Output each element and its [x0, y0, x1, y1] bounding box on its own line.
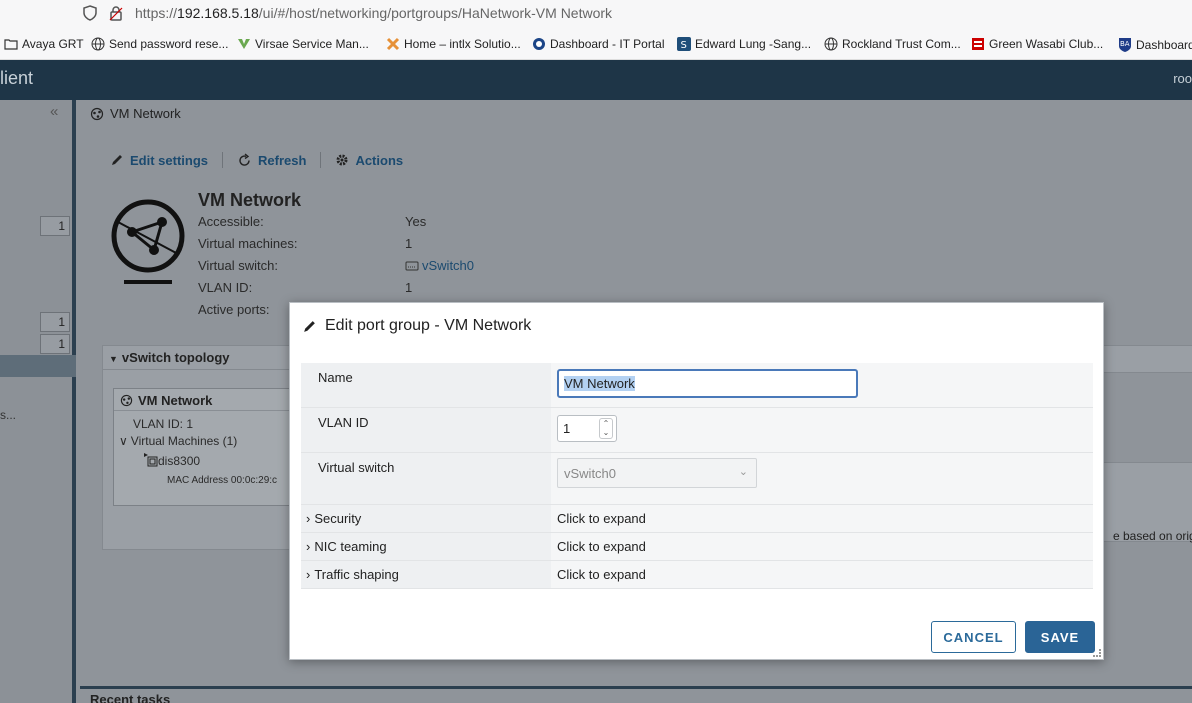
- lock-icon[interactable]: [108, 5, 124, 24]
- bookmarks-bar: Avaya GRT Send password rese... Virsae S…: [0, 28, 1192, 60]
- svg-text:BA: BA: [1120, 40, 1130, 48]
- chevron-right-icon: ›: [306, 539, 311, 554]
- network-icon: [120, 394, 133, 407]
- bookmark-green-wasabi[interactable]: Green Wasabi Club...: [971, 37, 1103, 51]
- topology-card: VM Network VLAN ID: 1 ∨ Virtual Machines …: [113, 388, 308, 506]
- breadcrumb-label: VM Network: [110, 106, 181, 121]
- network-icon: [90, 107, 104, 120]
- nav-count-badge: 1: [40, 216, 70, 236]
- right-panel-header: [1096, 345, 1192, 373]
- collapse-sidebar-icon[interactable]: «: [50, 103, 58, 120]
- topology-vms-toggle[interactable]: ∨ Virtual Machines (1): [119, 434, 237, 448]
- topology-header[interactable]: ▼ vSwitch topology: [103, 346, 313, 370]
- switch-icon: [405, 261, 419, 271]
- edit-port-group-dialog: Edit port group - VM Network Name VM Net…: [289, 302, 1104, 660]
- chevron-down-icon: ⌄: [738, 466, 748, 478]
- form-row-vswitch: Virtual switch vSwitch0 ⌄: [301, 453, 1093, 505]
- page-title: VM Network: [198, 190, 302, 210]
- nav-count-badge: 1: [40, 312, 70, 332]
- click-to-expand[interactable]: Click to expand: [551, 533, 1093, 560]
- vlan-id-stepper[interactable]: 1 ⌃ ⌄: [557, 415, 617, 442]
- bookmark-edward-lung[interactable]: S Edward Lung -Sang...: [677, 37, 811, 51]
- topology-card-title: VM Network: [114, 389, 307, 411]
- form-row-traffic-shaping[interactable]: › Traffic shaping Click to expand: [301, 561, 1093, 589]
- browser-url-bar[interactable]: https://192.168.5.18/ui/#/host/networkin…: [0, 0, 1192, 28]
- save-button[interactable]: SAVE: [1025, 621, 1095, 653]
- globe-icon: [91, 37, 105, 51]
- port-group-form: Name VM Network VLAN ID 1 ⌃ ⌄ Virtual swi…: [301, 363, 1093, 589]
- pencil-icon: [304, 320, 315, 332]
- vswitch-label: Virtual switch: [301, 453, 551, 504]
- svg-text:S: S: [681, 40, 687, 51]
- topology-vm[interactable]: dis8300: [144, 453, 200, 468]
- app-brand: lient: [0, 68, 34, 88]
- virsae-logo-icon: [238, 39, 250, 49]
- bookmark-avaya-grt[interactable]: Avaya GRT: [4, 37, 84, 51]
- form-row-vlan: VLAN ID 1 ⌃ ⌄: [301, 408, 1093, 453]
- resize-grip-icon[interactable]: [1093, 649, 1101, 657]
- topology-vlan: VLAN ID: 1: [133, 417, 194, 431]
- url-text[interactable]: https://192.168.5.18/ui/#/host/networkin…: [135, 5, 612, 21]
- topology-mac: MAC Address 00:0c:29:c: [167, 475, 278, 486]
- it-portal-icon: [533, 38, 545, 50]
- wasabi-logo-icon: [972, 38, 984, 50]
- vswitch-link[interactable]: vSwitch0: [405, 258, 474, 273]
- chevron-right-icon: ›: [306, 567, 311, 582]
- s-logo-icon: S: [677, 37, 691, 51]
- chevron-right-icon: ›: [306, 511, 311, 526]
- breadcrumb: VM Network: [90, 106, 181, 121]
- bookmark-rockland-trust[interactable]: Rockland Trust Com...: [824, 37, 961, 51]
- folder-icon: [4, 39, 18, 50]
- port-group-large-icon: [110, 198, 186, 287]
- app-header: lient roo: [0, 60, 1192, 100]
- name-label: Name: [301, 363, 551, 407]
- user-menu[interactable]: roo: [1173, 71, 1192, 86]
- bookmark-send-password[interactable]: Send password rese...: [91, 37, 228, 51]
- intlx-logo-icon: [386, 37, 400, 51]
- vswitch-topology-panel: ▼ vSwitch topology VM Network VLAN ID: 1 …: [102, 345, 314, 550]
- refresh-button[interactable]: Refresh: [237, 153, 306, 168]
- nav-truncated-text: s...: [0, 408, 17, 422]
- pencil-icon: [112, 155, 122, 165]
- form-row-name: Name VM Network: [301, 363, 1093, 408]
- click-to-expand[interactable]: Click to expand: [551, 505, 1093, 532]
- vswitch-select[interactable]: vSwitch0 ⌄: [557, 458, 757, 488]
- edit-settings-button[interactable]: Edit settings: [110, 153, 208, 168]
- toolbar: Edit settings Refresh Actions: [110, 152, 403, 168]
- dialog-title: Edit port group - VM Network: [302, 317, 531, 335]
- form-row-nic-teaming[interactable]: › NIC teaming Click to expand: [301, 533, 1093, 561]
- cancel-button[interactable]: CANCEL: [931, 621, 1016, 653]
- toolbar-divider: [222, 152, 224, 168]
- bookmark-virsae[interactable]: Virsae Service Man...: [237, 37, 369, 51]
- name-input[interactable]: VM Network: [557, 369, 858, 398]
- vm-icon: [144, 453, 158, 467]
- globe-icon: [824, 37, 838, 51]
- right-panel-box: e based on orig: [1096, 462, 1192, 543]
- vlan-label: VLAN ID: [301, 408, 551, 452]
- shield-icon[interactable]: [82, 5, 98, 24]
- ba-shield-icon: BA: [1119, 38, 1131, 52]
- actions-button[interactable]: Actions: [335, 153, 403, 168]
- form-row-security[interactable]: › Security Click to expand: [301, 505, 1093, 533]
- recent-tasks-bar[interactable]: Recent tasks: [80, 686, 1192, 703]
- right-panel-text: e based on orig: [1113, 529, 1192, 543]
- bookmark-dashboard[interactable]: BA Dashboard: [1118, 37, 1192, 53]
- click-to-expand[interactable]: Click to expand: [551, 561, 1093, 588]
- nav-count-badge: 1: [40, 334, 70, 354]
- nav-selected-row[interactable]: [0, 355, 76, 377]
- collapse-caret-icon: ▼: [109, 354, 118, 364]
- refresh-icon: [239, 152, 250, 166]
- navigator-sidebar: « 1 1 1 s...: [0, 100, 76, 703]
- chevron-down-icon: ∨: [119, 434, 128, 448]
- bookmark-dashboard-it-portal[interactable]: Dashboard - IT Portal: [532, 37, 665, 51]
- bookmark-home-intlx[interactable]: Home – intlx Solutio...: [386, 37, 521, 51]
- recent-tasks-label: Recent tasks: [90, 692, 171, 703]
- stepper-arrows-icon[interactable]: ⌃ ⌄: [599, 418, 613, 439]
- toolbar-divider: [320, 152, 322, 168]
- gear-icon: [336, 154, 348, 166]
